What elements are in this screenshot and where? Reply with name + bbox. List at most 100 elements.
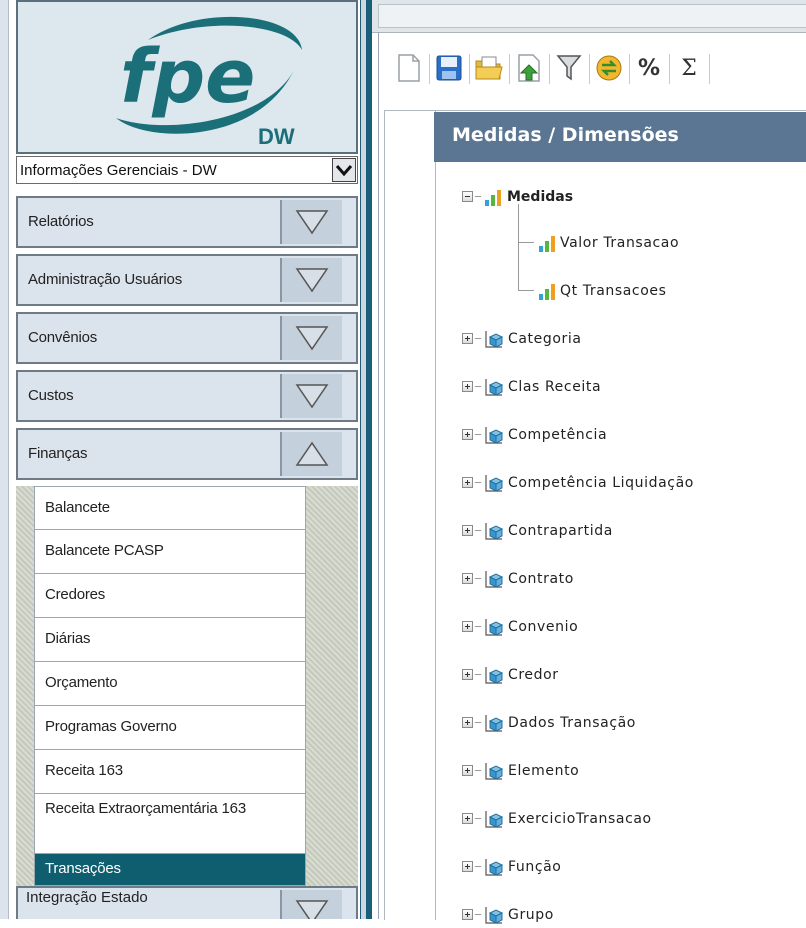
tree-dimension-node[interactable]: Credor (462, 664, 792, 688)
triangle-up-icon (295, 441, 329, 466)
expand-icon[interactable] (462, 813, 473, 824)
expand-icon[interactable] (462, 669, 473, 680)
export-icon (518, 54, 540, 82)
tree-node-label: Competência (508, 427, 608, 443)
expand-toggle[interactable] (280, 200, 342, 244)
bar-chart-icon (485, 190, 501, 206)
expand-icon[interactable] (462, 477, 473, 488)
percent-button[interactable]: % (632, 48, 666, 88)
dimension-cube-icon (485, 619, 504, 636)
fpe-dw-logo: fpe DW (116, 16, 302, 149)
swap-icon (596, 55, 622, 81)
submenu-item-credores[interactable]: Credores (34, 574, 306, 618)
module-select-dropdown-button[interactable] (332, 158, 356, 182)
menu-label: Custos (28, 387, 74, 404)
top-strip (372, 0, 806, 33)
tree-measure-qt-transacoes[interactable]: Qt Transacoes (538, 280, 778, 304)
submenu-item-label: Credores (45, 586, 106, 603)
sum-button[interactable]: Σ (672, 48, 706, 88)
expand-toggle[interactable] (280, 316, 342, 360)
expand-toggle[interactable] (280, 890, 342, 919)
left-border (0, 0, 9, 919)
triangle-down-icon (295, 268, 329, 293)
tree-dimension-node[interactable]: Dados Transação (462, 712, 792, 736)
tree-dimension-node[interactable]: Clas Receita (462, 376, 792, 400)
triangle-down-icon (295, 326, 329, 351)
menu-label: Integração Estado (26, 889, 148, 906)
swap-button[interactable] (592, 48, 626, 88)
dimension-cube-icon (485, 475, 504, 492)
tree-dimension-node[interactable]: Grupo (462, 904, 792, 928)
submenu-item-diarias[interactable]: Diárias (34, 618, 306, 662)
dimension-cube-icon (485, 907, 504, 924)
menu-administracao-usuarios[interactable]: Administração Usuários (16, 254, 358, 306)
tree-node-label: Competência Liquidação (508, 475, 694, 491)
menu-convenios[interactable]: Convênios (16, 312, 358, 364)
submenu-item-balancete[interactable]: Balancete (34, 486, 306, 530)
expand-icon[interactable] (462, 861, 473, 872)
expand-icon[interactable] (462, 429, 473, 440)
expand-icon[interactable] (462, 573, 473, 584)
submenu-item-receita-extraorcamentaria-163[interactable]: Receita Extraorçamentária 163 (34, 794, 306, 854)
tree-node-medidas[interactable]: Medidas (462, 186, 782, 210)
new-button[interactable] (392, 48, 426, 88)
tree-node-label: Contrapartida (508, 523, 613, 539)
expand-icon[interactable] (462, 333, 473, 344)
tree-node-label: Grupo (508, 907, 554, 923)
chevron-down-icon (335, 165, 353, 177)
panel-header: Medidas / Dimensões (434, 112, 806, 162)
submenu-item-label: Orçamento (45, 674, 118, 691)
menu-financas[interactable]: Finanças (16, 428, 358, 480)
tree-measure-valor-transacao[interactable]: Valor Transacao (538, 232, 778, 256)
collapse-toggle[interactable] (280, 432, 342, 476)
tree-dimension-node[interactable]: Contrato (462, 568, 792, 592)
tree-dimension-node[interactable]: ExercicioTransacao (462, 808, 792, 832)
tree-dimension-node[interactable]: Função (462, 856, 792, 880)
new-document-icon (398, 54, 420, 82)
module-select[interactable]: Informações Gerenciais - DW (16, 156, 358, 184)
tree-node-label: ExercicioTransacao (508, 811, 652, 827)
tree-dimension-node[interactable]: Convenio (462, 616, 792, 640)
submenu-item-transacoes[interactable]: Transações (34, 854, 306, 886)
expand-toggle[interactable] (280, 258, 342, 302)
percent-icon: % (637, 55, 661, 81)
dimension-cube-icon (485, 427, 504, 444)
menu-custos[interactable]: Custos (16, 370, 358, 422)
dimension-cube-icon (485, 331, 504, 348)
expand-icon[interactable] (462, 909, 473, 920)
triangle-down-icon (295, 210, 329, 235)
save-button[interactable] (432, 48, 466, 88)
tree-dimension-node[interactable]: Competência Liquidação (462, 472, 792, 496)
tree-node-label: Medidas (507, 189, 574, 205)
tree-node-label: Categoria (508, 331, 582, 347)
expand-icon[interactable] (462, 525, 473, 536)
export-button[interactable] (512, 48, 546, 88)
menu-relatorios[interactable]: Relatórios (16, 196, 358, 248)
expand-icon[interactable] (462, 621, 473, 632)
expand-icon[interactable] (462, 381, 473, 392)
submenu-item-receita-163[interactable]: Receita 163 (34, 750, 306, 794)
expand-icon[interactable] (462, 765, 473, 776)
collapse-icon[interactable] (462, 191, 473, 202)
triangle-down-icon (295, 900, 329, 919)
submenu-item-programas-governo[interactable]: Programas Governo (34, 706, 306, 750)
menu-label: Finanças (28, 445, 88, 462)
dimension-cube-icon (485, 859, 504, 876)
main-content-pane: % Σ Medidas / Dimensões Medidas Valor Tr (372, 0, 806, 924)
tree-node-label: Credor (508, 667, 559, 683)
tree-dimension-node[interactable]: Contrapartida (462, 520, 792, 544)
submenu-item-balancete-pcasp[interactable]: Balancete PCASP (34, 530, 306, 574)
tree-dimension-node[interactable]: Categoria (462, 328, 792, 352)
open-button[interactable] (472, 48, 506, 88)
dimension-cube-icon (485, 571, 504, 588)
tree-dimension-node[interactable]: Elemento (462, 760, 792, 784)
expand-icon[interactable] (462, 717, 473, 728)
expand-toggle[interactable] (280, 374, 342, 418)
tree-dimension-node[interactable]: Competência (462, 424, 792, 448)
tree-node-label: Dados Transação (508, 715, 636, 731)
dimension-cube-icon (485, 523, 504, 540)
filter-button[interactable] (552, 48, 586, 88)
menu-integracao-estado[interactable]: Integração Estado (16, 886, 358, 919)
submenu-item-orcamento[interactable]: Orçamento (34, 662, 306, 706)
left-navigation-pane: fpe DW Informações Gerenciais - DW Relat… (0, 0, 372, 919)
